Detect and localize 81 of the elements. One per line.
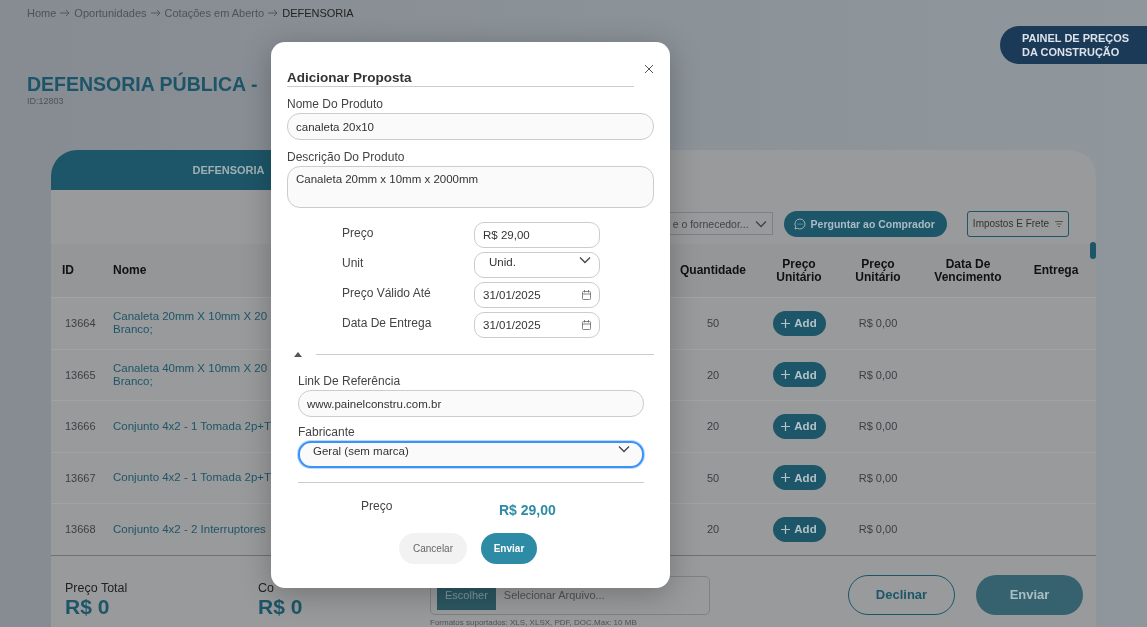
unit-select[interactable]: Unid. <box>474 252 600 278</box>
column-header: Entrega <box>1032 264 1080 277</box>
table-cell-text: 13667 <box>64 471 97 484</box>
field-label: Descrição Do Produto <box>287 150 406 164</box>
plus-icon <box>781 524 791 534</box>
chevron-down-icon <box>579 256 591 264</box>
chat-bubble-icon <box>793 217 806 230</box>
manufacturer-select[interactable]: Geral (sem marca) <box>298 441 644 468</box>
total-label: Preço <box>361 499 394 515</box>
breadcrumb-link[interactable]: Oportunidades <box>74 7 147 19</box>
product-name-field[interactable]: canaleta 20x10 <box>287 113 654 140</box>
table-cell-text: 13664 <box>64 317 97 330</box>
table-cell-text: 13665 <box>64 368 97 381</box>
breadcrumb-link[interactable]: Home <box>27 7 57 19</box>
price-field[interactable]: R$ 29,00 <box>474 222 600 248</box>
send-button[interactable]: Enviar <box>976 574 1083 615</box>
field-label: Fabricante <box>298 425 356 439</box>
breadcrumb-link[interactable]: Cotações em Aberto <box>164 7 265 19</box>
field-label: Preço Válido Até <box>342 285 432 302</box>
description-field[interactable]: Canaleta 20mm x 10mm x 2000mm <box>287 166 654 208</box>
dialog-title: Adicionar Proposta <box>287 70 634 87</box>
page-id: ID:12803 <box>27 96 64 106</box>
column-header: Nome <box>113 264 148 277</box>
table-cell-text: 20 <box>705 420 721 433</box>
file-hint: Formatos suportados: XLS, XLSX, PDF, DOC.Max: 10 MB <box>430 617 638 627</box>
submit-button[interactable]: Enviar <box>481 533 537 564</box>
total-value: R$ 0 <box>258 594 304 619</box>
close-icon <box>644 64 654 74</box>
plus-icon <box>781 421 791 431</box>
filter-icon <box>1055 220 1063 227</box>
field-label: Link De Referência <box>298 374 402 388</box>
collapse-icon[interactable] <box>294 352 302 357</box>
add-button[interactable]: Add <box>772 516 826 542</box>
add-button[interactable]: Add <box>772 413 826 439</box>
table-cell-text: 13666 <box>64 420 97 433</box>
chevron-down-icon <box>754 219 767 228</box>
table-cell-text: 50 <box>705 471 721 484</box>
date-field[interactable]: 31/01/2025 <box>474 282 600 308</box>
plus-icon <box>781 370 791 380</box>
page-title: DEFENSORIA PÚBLICA - <box>27 73 258 96</box>
table-cell-text: R$ 0,00 <box>857 471 899 484</box>
add-button[interactable]: Add <box>772 465 826 491</box>
total-label: Preço Total <box>65 580 129 595</box>
arrow-right-icon <box>268 9 279 17</box>
column-header: Preço Unitário <box>775 257 823 284</box>
table-cell-text: 20 <box>705 368 721 381</box>
column-header: Data De Vencimento <box>933 257 1003 284</box>
table-cell-text: 20 <box>705 523 721 536</box>
filter-select[interactable]: Impostos E Frete <box>966 210 1069 237</box>
field-label: Preço <box>342 225 375 242</box>
plus-icon <box>781 318 791 328</box>
column-header: ID <box>61 264 75 277</box>
table-cell-text: R$ 0,00 <box>857 368 899 381</box>
field-label: Data De Entrega <box>342 315 433 332</box>
calendar-icon <box>582 290 591 300</box>
total-label: Co <box>258 580 275 595</box>
table-cell-text: 13668 <box>64 523 97 536</box>
chevron-down-icon <box>618 445 630 453</box>
calendar-icon <box>582 320 591 330</box>
column-header: Preço Unitário <box>854 257 902 284</box>
total-value: R$ 0 <box>65 594 111 619</box>
arrow-right-icon <box>150 9 161 17</box>
ask-buyer-button[interactable]: Perguntar ao Comprador <box>783 210 947 237</box>
plus-icon <box>781 473 791 483</box>
table-cell-text: 50 <box>705 317 721 330</box>
field-label: Unit <box>342 255 365 272</box>
date-field[interactable]: 31/01/2025 <box>474 312 600 338</box>
add-button[interactable]: Add <box>772 310 826 336</box>
table-cell-text: R$ 0,00 <box>857 420 899 433</box>
breadcrumb-link[interactable]: DEFENSORIA <box>282 7 354 19</box>
column-header: Quantidade <box>679 264 747 277</box>
cancel-button[interactable]: Cancelar <box>399 533 467 564</box>
table-cell-text: R$ 0,00 <box>857 523 899 536</box>
reference-link-field[interactable]: www.painelconstru.com.br <box>298 390 644 417</box>
scrollbar-thumb[interactable] <box>1090 242 1096 259</box>
add-button[interactable]: Add <box>772 362 826 388</box>
field-label: Nome Do Produto <box>287 97 385 111</box>
arrow-right-icon <box>60 9 71 17</box>
logo: PAINEL DE PREÇOS DA CONSTRUÇÃO <box>1000 26 1147 64</box>
total-value: R$ 29,00 <box>499 502 556 518</box>
table-cell-text: R$ 0,00 <box>857 317 899 330</box>
